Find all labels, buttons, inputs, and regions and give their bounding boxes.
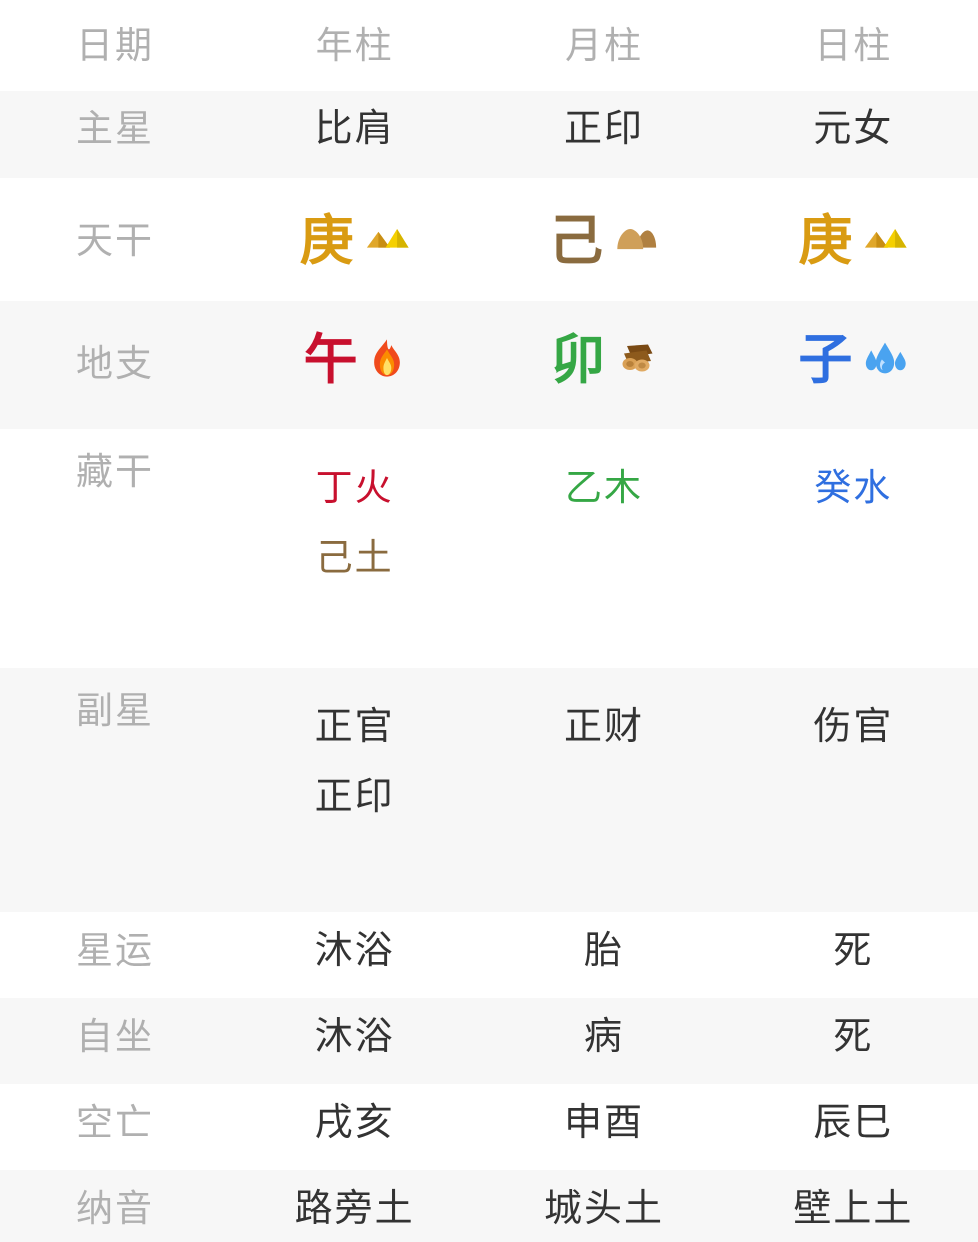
row-label-hidden-stems: 藏干	[76, 451, 154, 492]
row-label-main-star: 主星	[76, 108, 154, 149]
self-sit-day: 死	[833, 1016, 874, 1058]
table-row-hidden-stems: 藏干 丁火 己土 乙木 癸水	[0, 429, 978, 668]
wood-log-icon	[615, 337, 657, 383]
heavenly-stem-year-glyph: 庚	[299, 211, 354, 271]
header-label-month-pillar: 月柱	[564, 25, 643, 66]
hidden-stems-day: 癸水	[729, 429, 978, 523]
secondary-stars-day: 伤官	[729, 668, 978, 762]
main-star-month: 正印	[563, 108, 644, 150]
water-drop-icon	[862, 338, 908, 382]
secondary-star-item: 正印	[314, 776, 395, 818]
earthly-branch-month-glyph: 卯	[550, 330, 605, 390]
header-cell-month-pillar: 月柱	[479, 0, 728, 64]
bazi-chart-table: 日期 年柱 月柱 日柱 主星 比肩 正印 元女 天干 庚 己 庚 地支 午 卯 …	[0, 0, 978, 1242]
table-row-void: 空亡 戌亥 申酉 辰巳	[0, 1084, 978, 1170]
void-year: 戌亥	[314, 1102, 395, 1144]
star-fortune-year: 沐浴	[314, 930, 395, 972]
header-cell-day-pillar: 日柱	[729, 0, 978, 64]
nayin-year: 路旁土	[294, 1188, 415, 1230]
heavenly-stem-day[interactable]: 庚	[729, 178, 978, 268]
star-fortune-day: 死	[833, 930, 874, 972]
earthly-branch-day[interactable]: 子	[729, 301, 978, 387]
hidden-stem-item: 乙木	[564, 467, 643, 508]
secondary-star-item: 伤官	[813, 706, 894, 748]
row-label-heavenly-stem: 天干	[76, 220, 154, 261]
heavenly-stem-day-glyph: 庚	[798, 211, 853, 271]
table-row-earthly-branch: 地支 午 卯 子	[0, 301, 978, 429]
hidden-stem-item: 己土	[315, 537, 394, 578]
row-label-earthly-branch: 地支	[76, 343, 154, 384]
earthly-branch-month[interactable]: 卯	[479, 301, 728, 387]
nayin-day: 壁上土	[793, 1188, 914, 1230]
void-month: 申酉	[563, 1102, 644, 1144]
fire-icon	[368, 338, 406, 382]
self-sit-year: 沐浴	[314, 1016, 395, 1058]
table-row-self-sit: 自坐 沐浴 病 死	[0, 998, 978, 1084]
earthly-branch-year-glyph: 午	[303, 330, 358, 390]
table-row-star-fortune: 星运 沐浴 胎 死	[0, 912, 978, 998]
earthly-branch-year[interactable]: 午	[230, 301, 479, 387]
heavenly-stem-month[interactable]: 己	[479, 178, 728, 268]
heavenly-stem-year[interactable]: 庚	[230, 178, 479, 268]
star-fortune-month: 胎	[583, 930, 624, 972]
void-day: 辰巳	[813, 1102, 894, 1144]
hidden-stems-month: 乙木	[479, 429, 728, 523]
row-label-secondary-stars: 副星	[76, 690, 154, 731]
secondary-star-item: 正财	[563, 706, 644, 748]
table-header-row: 日期 年柱 月柱 日柱	[0, 0, 978, 91]
hidden-stems-year: 丁火 己土	[230, 429, 479, 593]
table-row-heavenly-stem: 天干 庚 己 庚	[0, 178, 978, 301]
hidden-stem-item: 丁火	[315, 467, 394, 508]
main-star-day: 元女	[813, 108, 894, 150]
table-row-nayin: 纳音 路旁土 城头土 壁上土	[0, 1170, 978, 1242]
earthly-branch-day-glyph: 子	[798, 330, 853, 390]
heavenly-stem-month-glyph: 己	[548, 211, 603, 271]
secondary-stars-year: 正官 正印	[230, 668, 479, 832]
secondary-stars-month: 正财	[479, 668, 728, 762]
table-row-main-star: 主星 比肩 正印 元女	[0, 91, 978, 178]
row-label-star-fortune: 星运	[76, 930, 154, 971]
main-star-year: 比肩	[314, 108, 395, 150]
row-label-self-sit: 自坐	[76, 1016, 154, 1057]
row-label-void: 空亡	[76, 1102, 154, 1143]
nayin-month: 城头土	[543, 1188, 664, 1230]
header-label-date: 日期	[76, 25, 154, 66]
header-label-year-pillar: 年柱	[315, 25, 394, 66]
header-cell-year-pillar: 年柱	[230, 0, 479, 64]
mountain-gold-icon	[364, 216, 410, 266]
hidden-stem-item: 癸水	[814, 467, 893, 508]
self-sit-month: 病	[583, 1016, 624, 1058]
table-row-secondary-stars: 副星 正官 正印 正财 伤官	[0, 668, 978, 912]
row-label-nayin: 纳音	[76, 1188, 154, 1229]
header-cell-date: 日期	[0, 0, 230, 64]
header-label-day-pillar: 日柱	[814, 25, 893, 66]
mountain-gold-icon	[862, 216, 908, 266]
secondary-star-item: 正官	[314, 706, 395, 748]
earth-mound-icon	[613, 216, 659, 266]
